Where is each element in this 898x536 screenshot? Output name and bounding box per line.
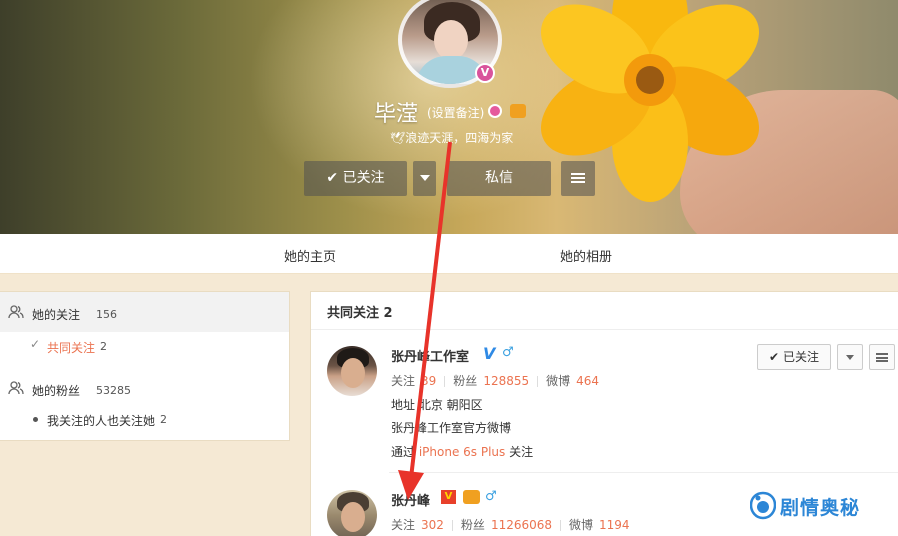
- weibo-count[interactable]: 464: [576, 374, 599, 388]
- user-address: 地址 北京 朝阳区: [391, 398, 483, 412]
- verified-icon: V: [441, 490, 456, 504]
- tab-her-album[interactable]: 她的相册: [560, 246, 612, 265]
- avatar[interactable]: [327, 490, 377, 536]
- member-icon[interactable]: [488, 104, 502, 118]
- followed-button[interactable]: ✔ 已关注: [757, 344, 831, 370]
- vip-icon: [463, 490, 480, 504]
- sidebar-item-fans[interactable]: 她的粉丝 53285: [0, 372, 289, 402]
- follow-dropdown-button[interactable]: [413, 161, 436, 196]
- user-description: 张丹峰工作室官方微博: [391, 421, 512, 435]
- profile-tabbar: 她的主页 她的相册: [0, 234, 898, 274]
- user-name[interactable]: 张丹峰工作室: [391, 346, 469, 365]
- more-menu-button[interactable]: [561, 161, 595, 196]
- male-icon: ♂: [502, 345, 514, 360]
- watermark-logo-icon: [750, 491, 776, 520]
- menu-icon: [876, 353, 888, 362]
- follow-count[interactable]: 302: [421, 518, 444, 532]
- sidebar-item-mutual[interactable]: ✓ 共同关注 2: [0, 336, 289, 360]
- list-item: 张丹峰工作室 V ♂ 关注 39 粉丝 128855 微博 464 地址 北京 朝阳区 张…: [311, 330, 898, 473]
- device-link[interactable]: iPhone 6s Plus: [419, 445, 505, 459]
- fans-count[interactable]: 11266068: [491, 518, 552, 532]
- followed-button[interactable]: ✔ 已关注: [304, 161, 407, 196]
- avatar[interactable]: [327, 346, 377, 396]
- profile-bio: 🕊浪迹天涯，四海为家: [390, 131, 514, 145]
- message-button[interactable]: 私信: [447, 161, 551, 196]
- user-name[interactable]: 张丹峰: [391, 490, 430, 509]
- male-icon: ♂: [485, 489, 497, 504]
- users-icon: [8, 381, 24, 395]
- cover-flower-image: [540, 0, 760, 202]
- tab-her-home[interactable]: 她的主页: [284, 246, 336, 265]
- bird-icon: 🕊: [390, 131, 406, 145]
- panel-title: 共同关注 2: [327, 306, 393, 321]
- users-icon: [8, 305, 24, 319]
- set-remark-link[interactable]: (设置备注): [427, 104, 484, 121]
- caret-down-icon: [419, 175, 430, 181]
- caret-down-icon: [846, 355, 854, 360]
- more-menu-button[interactable]: [869, 344, 895, 370]
- follow-dropdown-button[interactable]: [837, 344, 863, 370]
- checkmark-icon: ✔: [326, 170, 339, 186]
- checkmark-icon: ✓: [30, 337, 41, 351]
- profile-cover: V 毕滢 (设置备注) 🕊浪迹天涯，四海为家 ✔ 已关注 私信: [0, 0, 898, 234]
- user-stats: 关注 39 粉丝 128855 微博 464: [391, 374, 600, 388]
- checkmark-icon: ✔: [769, 350, 780, 364]
- fans-count[interactable]: 128855: [483, 374, 529, 388]
- vip-icon[interactable]: [510, 104, 526, 118]
- verified-icon: V: [483, 344, 496, 363]
- verified-icon: V: [475, 63, 495, 83]
- bullet-icon: [33, 417, 38, 422]
- follow-count[interactable]: 39: [421, 374, 436, 388]
- menu-icon: [571, 173, 585, 183]
- divider: [389, 472, 898, 473]
- sidebar-item-mutual-fans[interactable]: 我关注的人也关注她 2: [0, 410, 289, 432]
- weibo-count[interactable]: 1194: [599, 518, 630, 532]
- relations-sidebar: 她的关注 156 ✓ 共同关注 2 她的粉丝 53285 我关注的人也关注她 2: [0, 291, 290, 441]
- watermark: 剧情奥秘: [750, 488, 861, 524]
- sidebar-item-following[interactable]: 她的关注 156: [0, 292, 289, 332]
- user-follow-source: 通过 iPhone 6s Plus 关注: [391, 445, 534, 459]
- user-stats: 关注 302 粉丝 11266068 微博 1194: [391, 518, 630, 532]
- profile-name: 毕滢: [374, 102, 419, 127]
